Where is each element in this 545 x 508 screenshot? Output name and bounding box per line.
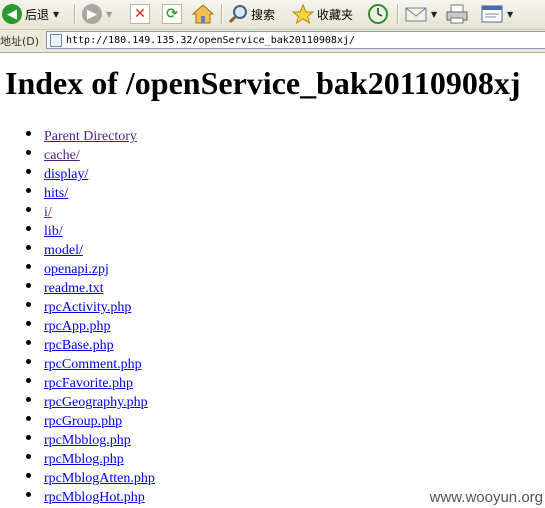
favorites-label: 收藏夹 <box>317 7 354 22</box>
list-item: hits/ <box>0 182 155 201</box>
mail-dropdown-icon[interactable]: ▼ <box>431 10 437 19</box>
home-button[interactable] <box>192 2 214 26</box>
directory-entry-link[interactable]: cache/ <box>44 148 80 163</box>
directory-entry-link[interactable]: display/ <box>44 167 88 182</box>
directory-entry-link[interactable]: rpcMblog.php <box>44 452 124 467</box>
back-label: 后退 <box>25 7 50 22</box>
forward-button[interactable]: ▶ ▼ <box>82 2 112 26</box>
browser-toolbar: ◀ 后退 ▼ ▶ ▼ ✕ ⟳ 搜索 收藏夹 ▼ ▼ <box>0 0 545 30</box>
directory-entry-link[interactable]: lib/ <box>44 224 63 239</box>
address-bar: 地址(D) http://180.149.135.32/openService_… <box>0 30 545 53</box>
edit-button[interactable]: ▼ <box>481 2 513 26</box>
directory-entry-link[interactable]: rpcFavorite.php <box>44 376 133 391</box>
print-icon <box>446 4 468 24</box>
directory-entry-link[interactable]: rpcMblogHot.php <box>44 490 145 505</box>
edit-icon <box>481 5 503 23</box>
list-item: rpcApp.php <box>0 315 155 334</box>
directory-entry-link[interactable]: readme.txt <box>44 281 103 296</box>
back-dropdown-icon[interactable]: ▼ <box>53 10 59 19</box>
list-item: model/ <box>0 239 155 258</box>
list-item: rpcBase.php <box>0 334 155 353</box>
mail-button[interactable]: ▼ <box>405 2 437 26</box>
list-item: rpcComment.php <box>0 353 155 372</box>
page-icon <box>50 33 62 47</box>
page-title: Index of /openService_bak20110908xj <box>5 65 521 101</box>
forward-dropdown-icon[interactable]: ▼ <box>106 10 112 19</box>
print-button[interactable] <box>446 2 468 26</box>
directory-entry-link[interactable]: model/ <box>44 243 83 258</box>
list-item: rpcMbblog.php <box>0 429 155 448</box>
stop-button[interactable]: ✕ <box>130 2 150 26</box>
directory-entry-link[interactable]: rpcGeography.php <box>44 395 148 410</box>
home-icon <box>192 4 214 24</box>
history-icon <box>368 4 388 24</box>
directory-entry-link[interactable]: rpcApp.php <box>44 319 111 334</box>
list-item: rpcGeography.php <box>0 391 155 410</box>
search-button[interactable]: 搜索 <box>228 2 275 26</box>
forward-icon: ▶ <box>82 4 102 24</box>
toolbar-separator <box>74 4 75 24</box>
list-item: i/ <box>0 201 155 220</box>
address-input[interactable]: http://180.149.135.32/openService_bak201… <box>46 31 545 49</box>
directory-entry-link[interactable]: rpcMblogAtten.php <box>44 471 155 486</box>
directory-entry-link[interactable]: rpcActivity.php <box>44 300 131 315</box>
list-item: rpcMblog.php <box>0 448 155 467</box>
address-url[interactable]: http://180.149.135.32/openService_bak201… <box>66 35 355 46</box>
refresh-button[interactable]: ⟳ <box>162 2 182 26</box>
favorites-button[interactable]: 收藏夹 <box>292 2 353 26</box>
directory-entry-link[interactable]: i/ <box>44 205 52 220</box>
list-item: lib/ <box>0 220 155 239</box>
list-item: rpcActivity.php <box>0 296 155 315</box>
page-content: Index of /openService_bak20110908xj Pare… <box>0 53 545 508</box>
edit-dropdown-icon[interactable]: ▼ <box>507 10 513 19</box>
toolbar-separator <box>397 4 398 24</box>
directory-entry-link[interactable]: rpcBase.php <box>44 338 114 353</box>
stop-icon: ✕ <box>130 4 150 24</box>
address-label: 地址(D) <box>0 35 40 48</box>
list-item: cache/ <box>0 144 155 163</box>
search-icon <box>228 5 247 24</box>
list-item: rpcMblogHot.php <box>0 486 155 505</box>
watermark: www.wooyun.org <box>429 489 543 506</box>
toolbar-separator <box>221 4 222 24</box>
directory-listing: Parent Directory cache/display/hits/i/lib… <box>0 125 155 505</box>
directory-entry-link[interactable]: rpcGroup.php <box>44 414 122 429</box>
list-item: openapi.zpj <box>0 258 155 277</box>
directory-entry-link[interactable]: hits/ <box>44 186 68 201</box>
list-item: display/ <box>0 163 155 182</box>
list-item: rpcFavorite.php <box>0 372 155 391</box>
search-label: 搜索 <box>251 7 276 22</box>
list-item: rpcGroup.php <box>0 410 155 429</box>
directory-entry-link[interactable]: rpcMbblog.php <box>44 433 131 448</box>
refresh-icon: ⟳ <box>162 4 182 24</box>
back-button[interactable]: ◀ 后退 ▼ <box>2 2 59 26</box>
list-item: Parent Directory <box>0 125 155 144</box>
history-button[interactable] <box>367 2 389 26</box>
directory-entry-link[interactable]: rpcComment.php <box>44 357 142 372</box>
list-item: rpcMblogAtten.php <box>0 467 155 486</box>
list-item: readme.txt <box>0 277 155 296</box>
favorites-star-icon <box>292 4 314 24</box>
back-icon: ◀ <box>2 4 22 24</box>
directory-entry-link[interactable]: openapi.zpj <box>44 262 109 277</box>
directory-entry-link[interactable]: Parent Directory <box>44 129 137 144</box>
mail-icon <box>405 7 427 22</box>
